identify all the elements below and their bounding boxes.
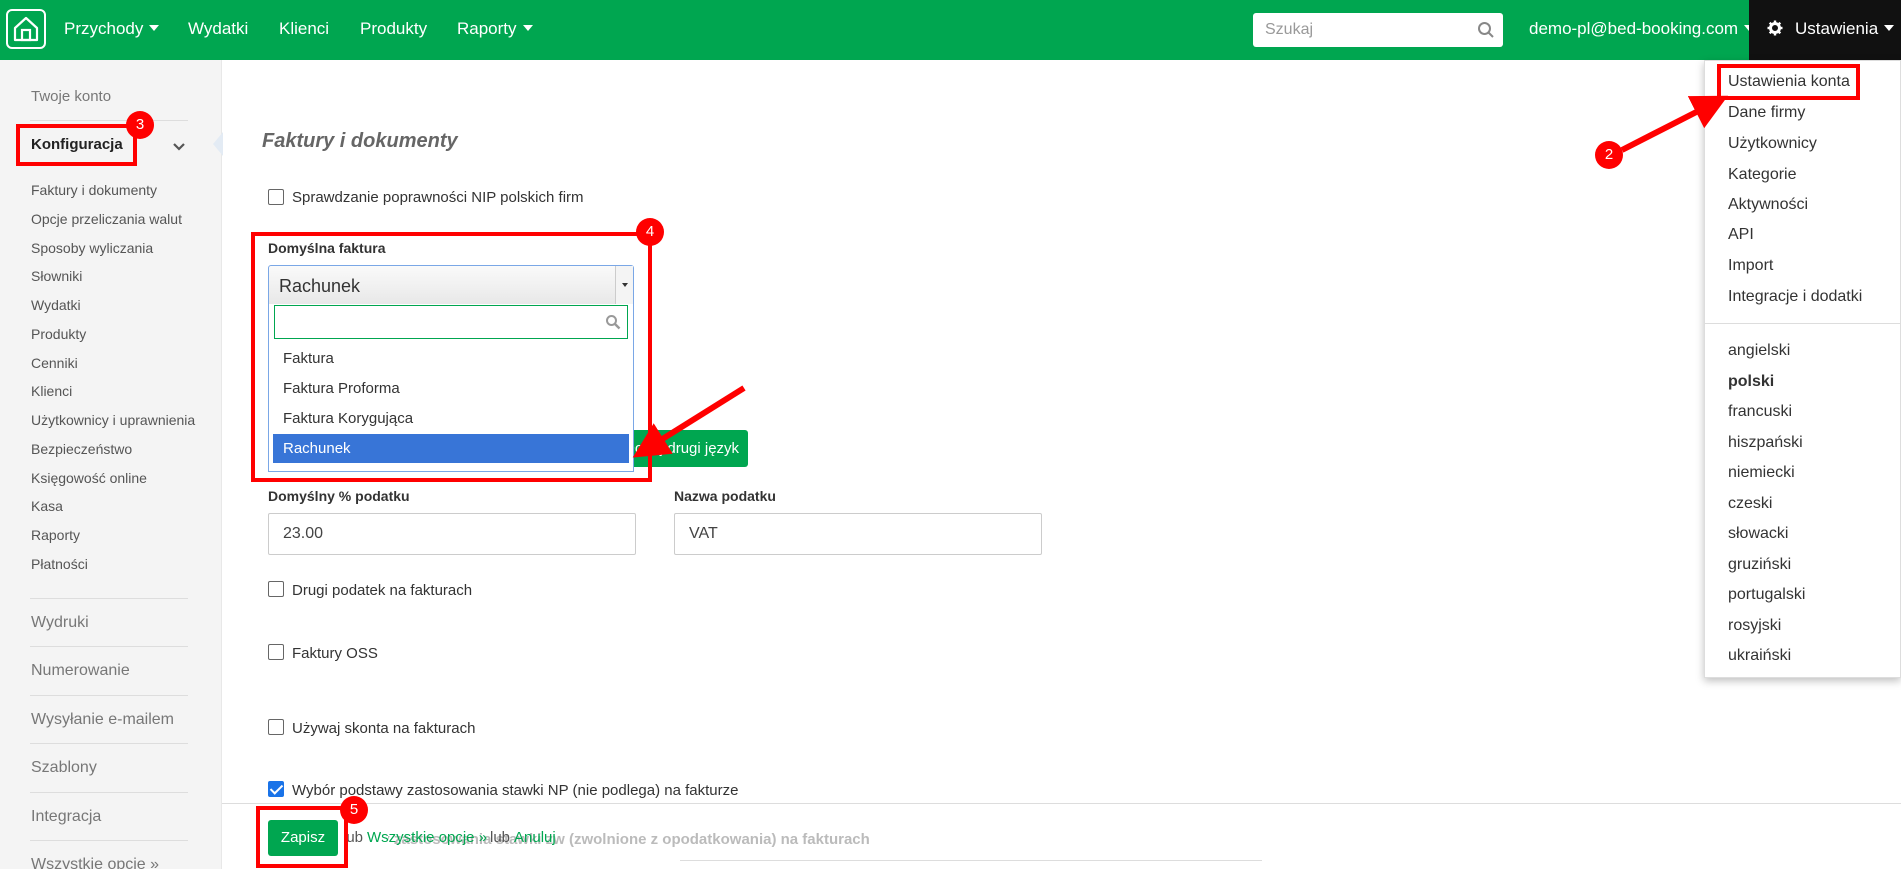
annotation-badge-2: 2 [1595, 141, 1623, 169]
annotation-arrow-to-rachunek [632, 385, 746, 458]
annotation-arrow-to-account-settings [1620, 95, 1729, 153]
annotation-arrows [632, 95, 1729, 458]
annotation-badge-4: 4 [636, 218, 664, 246]
annotation-badge-3: 3 [126, 111, 154, 139]
annotation-badge-5: 5 [340, 796, 368, 824]
